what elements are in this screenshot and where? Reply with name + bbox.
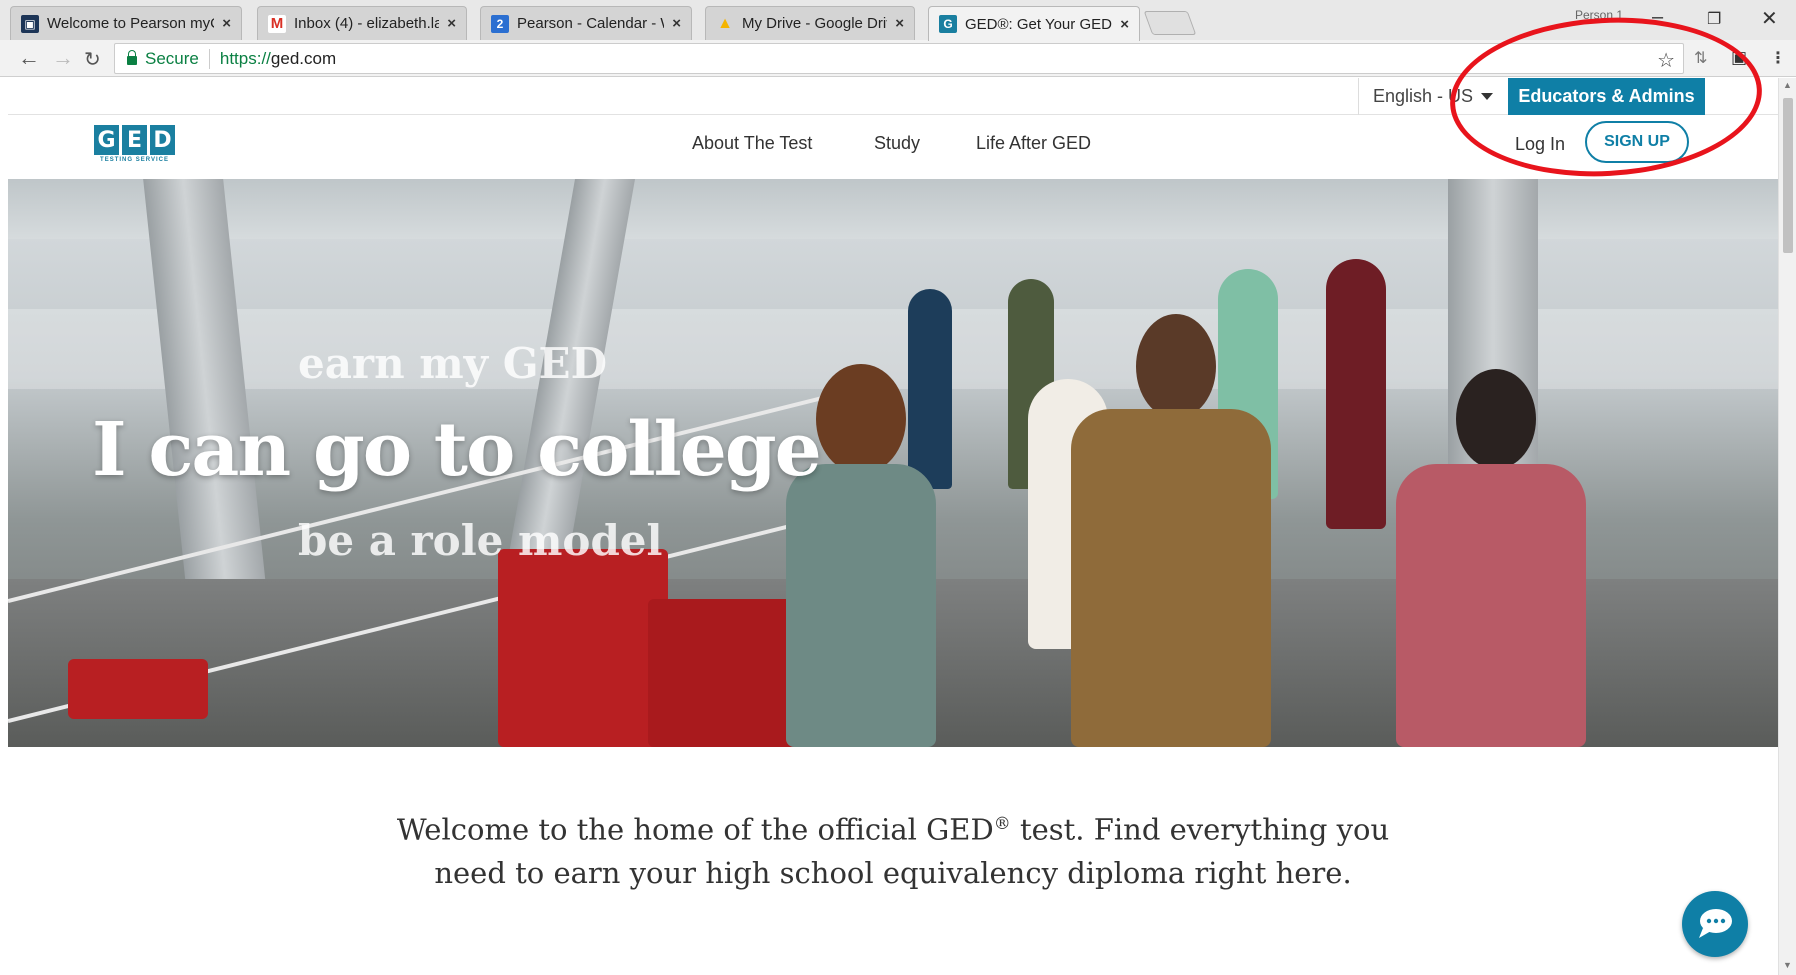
tab-close-icon[interactable]: × [222, 15, 231, 32]
browser-tab[interactable]: G GED®: Get Your GED - Cl × [928, 6, 1140, 41]
minimize-icon[interactable]: – [1652, 6, 1663, 29]
ged-icon: G [939, 15, 957, 33]
caret-down-icon [1481, 93, 1494, 100]
bookmark-star-icon[interactable]: ☆ [1657, 48, 1675, 73]
secure-indicator[interactable]: Secure [127, 49, 199, 69]
calendar-icon: 2 [491, 14, 509, 33]
tab-title: Pearson - Calendar - Wee [517, 15, 664, 32]
tab-title: GED®: Get Your GED - Cl [965, 15, 1112, 33]
pearson-icon: ▣ [21, 14, 39, 33]
welcome-line1-post: test. Find everything you [1010, 812, 1390, 847]
tab-close-icon[interactable]: × [895, 15, 904, 32]
tab-close-icon[interactable]: × [447, 15, 456, 32]
signup-button[interactable]: SIGN UP [1585, 121, 1689, 163]
utility-bar: English - US Educators & Admins [8, 78, 1778, 115]
browser-tabstrip: ▣ Welcome to Pearson myC × M Inbox (4) - eli… [0, 0, 1796, 41]
browser-tab[interactable]: ▲ My Drive - Google Drive × [705, 6, 915, 40]
tab-close-icon[interactable]: × [1120, 16, 1129, 33]
ged-logo[interactable]: G E D TESTING SERVICE [94, 125, 175, 163]
chat-button[interactable] [1682, 891, 1748, 957]
restore-icon[interactable]: ❐ [1707, 9, 1721, 29]
registered-mark: ® [993, 814, 1011, 834]
language-selector[interactable]: English - US [1358, 78, 1507, 115]
logo-letter-g: G [94, 125, 119, 155]
extension-badge-icon[interactable]: ▣ [1731, 48, 1747, 68]
url-scheme: https:// [219, 48, 271, 68]
secure-label: Secure [145, 48, 199, 68]
lock-icon [127, 50, 137, 65]
new-tab-button[interactable] [1143, 11, 1197, 35]
hero-figure [1396, 464, 1586, 747]
browser-toolbar: ← → ↻ Secure https:// ged.com ☆ ⇅ ▣ ⋮ [0, 40, 1796, 77]
scroll-up-icon[interactable]: ▲ [1783, 80, 1792, 90]
scroll-down-icon[interactable]: ▼ [1783, 960, 1792, 970]
hero-bg-sofa [68, 659, 208, 719]
hero-figure [1326, 259, 1386, 529]
hero-banner: earn my GED I can go to college be a rol… [8, 179, 1778, 747]
hero-line-role-model: be a role model [298, 516, 663, 565]
extension-icon[interactable]: ⇅ [1694, 48, 1707, 68]
welcome-line2: need to earn your high school equivalenc… [434, 855, 1352, 890]
reload-icon[interactable]: ↻ [84, 47, 101, 72]
tab-title: Welcome to Pearson myC [47, 15, 215, 32]
drive-icon: ▲ [717, 14, 733, 32]
gmail-icon: M [268, 14, 286, 33]
menu-kebab-icon[interactable]: ⋮ [1770, 48, 1786, 68]
nav-study[interactable]: Study [874, 133, 920, 154]
logo-letter-e: E [122, 125, 147, 155]
welcome-text: Welcome to the home of the official GED®… [8, 803, 1778, 895]
nav-about-the-test[interactable]: About The Test [692, 133, 812, 154]
welcome-line1-pre: Welcome to the home of the official GED [396, 812, 994, 847]
url-host: ged.com [270, 48, 337, 68]
hero-line-earn: earn my GED [298, 339, 607, 388]
page-scrollbar[interactable]: ▲ ▼ [1778, 78, 1796, 975]
hero-figure-head [1456, 369, 1536, 469]
hero-figure [1071, 409, 1271, 747]
hero-headline: I can go to college [92, 407, 822, 493]
tab-title: Inbox (4) - elizabeth.lanpl [294, 15, 440, 32]
hero-figure-head [1136, 314, 1216, 419]
forward-icon[interactable]: → [52, 45, 74, 71]
browser-tab[interactable]: ▣ Welcome to Pearson myC × [10, 6, 242, 40]
nav-life-after-ged[interactable]: Life After GED [976, 133, 1091, 154]
profile-label[interactable]: Person 1 [1575, 8, 1623, 22]
login-link[interactable]: Log In [1515, 134, 1565, 155]
close-window-icon[interactable]: ✕ [1761, 6, 1778, 31]
browser-tab[interactable]: M Inbox (4) - elizabeth.lanpl × [257, 6, 467, 40]
logo-subtitle: TESTING SERVICE [100, 157, 169, 163]
scroll-thumb[interactable] [1783, 98, 1793, 253]
educators-admins-button[interactable]: Educators & Admins [1508, 78, 1705, 115]
main-nav: G E D TESTING SERVICE About The Test Stu… [8, 115, 1778, 178]
logo-letter-d: D [150, 125, 175, 155]
tab-close-icon[interactable]: × [672, 15, 681, 32]
chat-icon [1699, 909, 1732, 938]
web-page: English - US Educators & Admins G E D TE… [8, 78, 1778, 975]
hero-figure [908, 289, 952, 489]
omnibox-divider [208, 48, 210, 69]
hero-figure [786, 464, 936, 747]
browser-tab[interactable]: 2 Pearson - Calendar - Wee × [480, 6, 692, 40]
hero-bg-sofa [498, 549, 668, 747]
language-label: English - US [1373, 86, 1474, 106]
tab-title: My Drive - Google Drive [742, 15, 888, 32]
hero-figure-head [816, 364, 906, 474]
back-icon[interactable]: ← [18, 45, 40, 71]
address-bar[interactable]: Secure https:// ged.com ☆ [114, 43, 1684, 74]
